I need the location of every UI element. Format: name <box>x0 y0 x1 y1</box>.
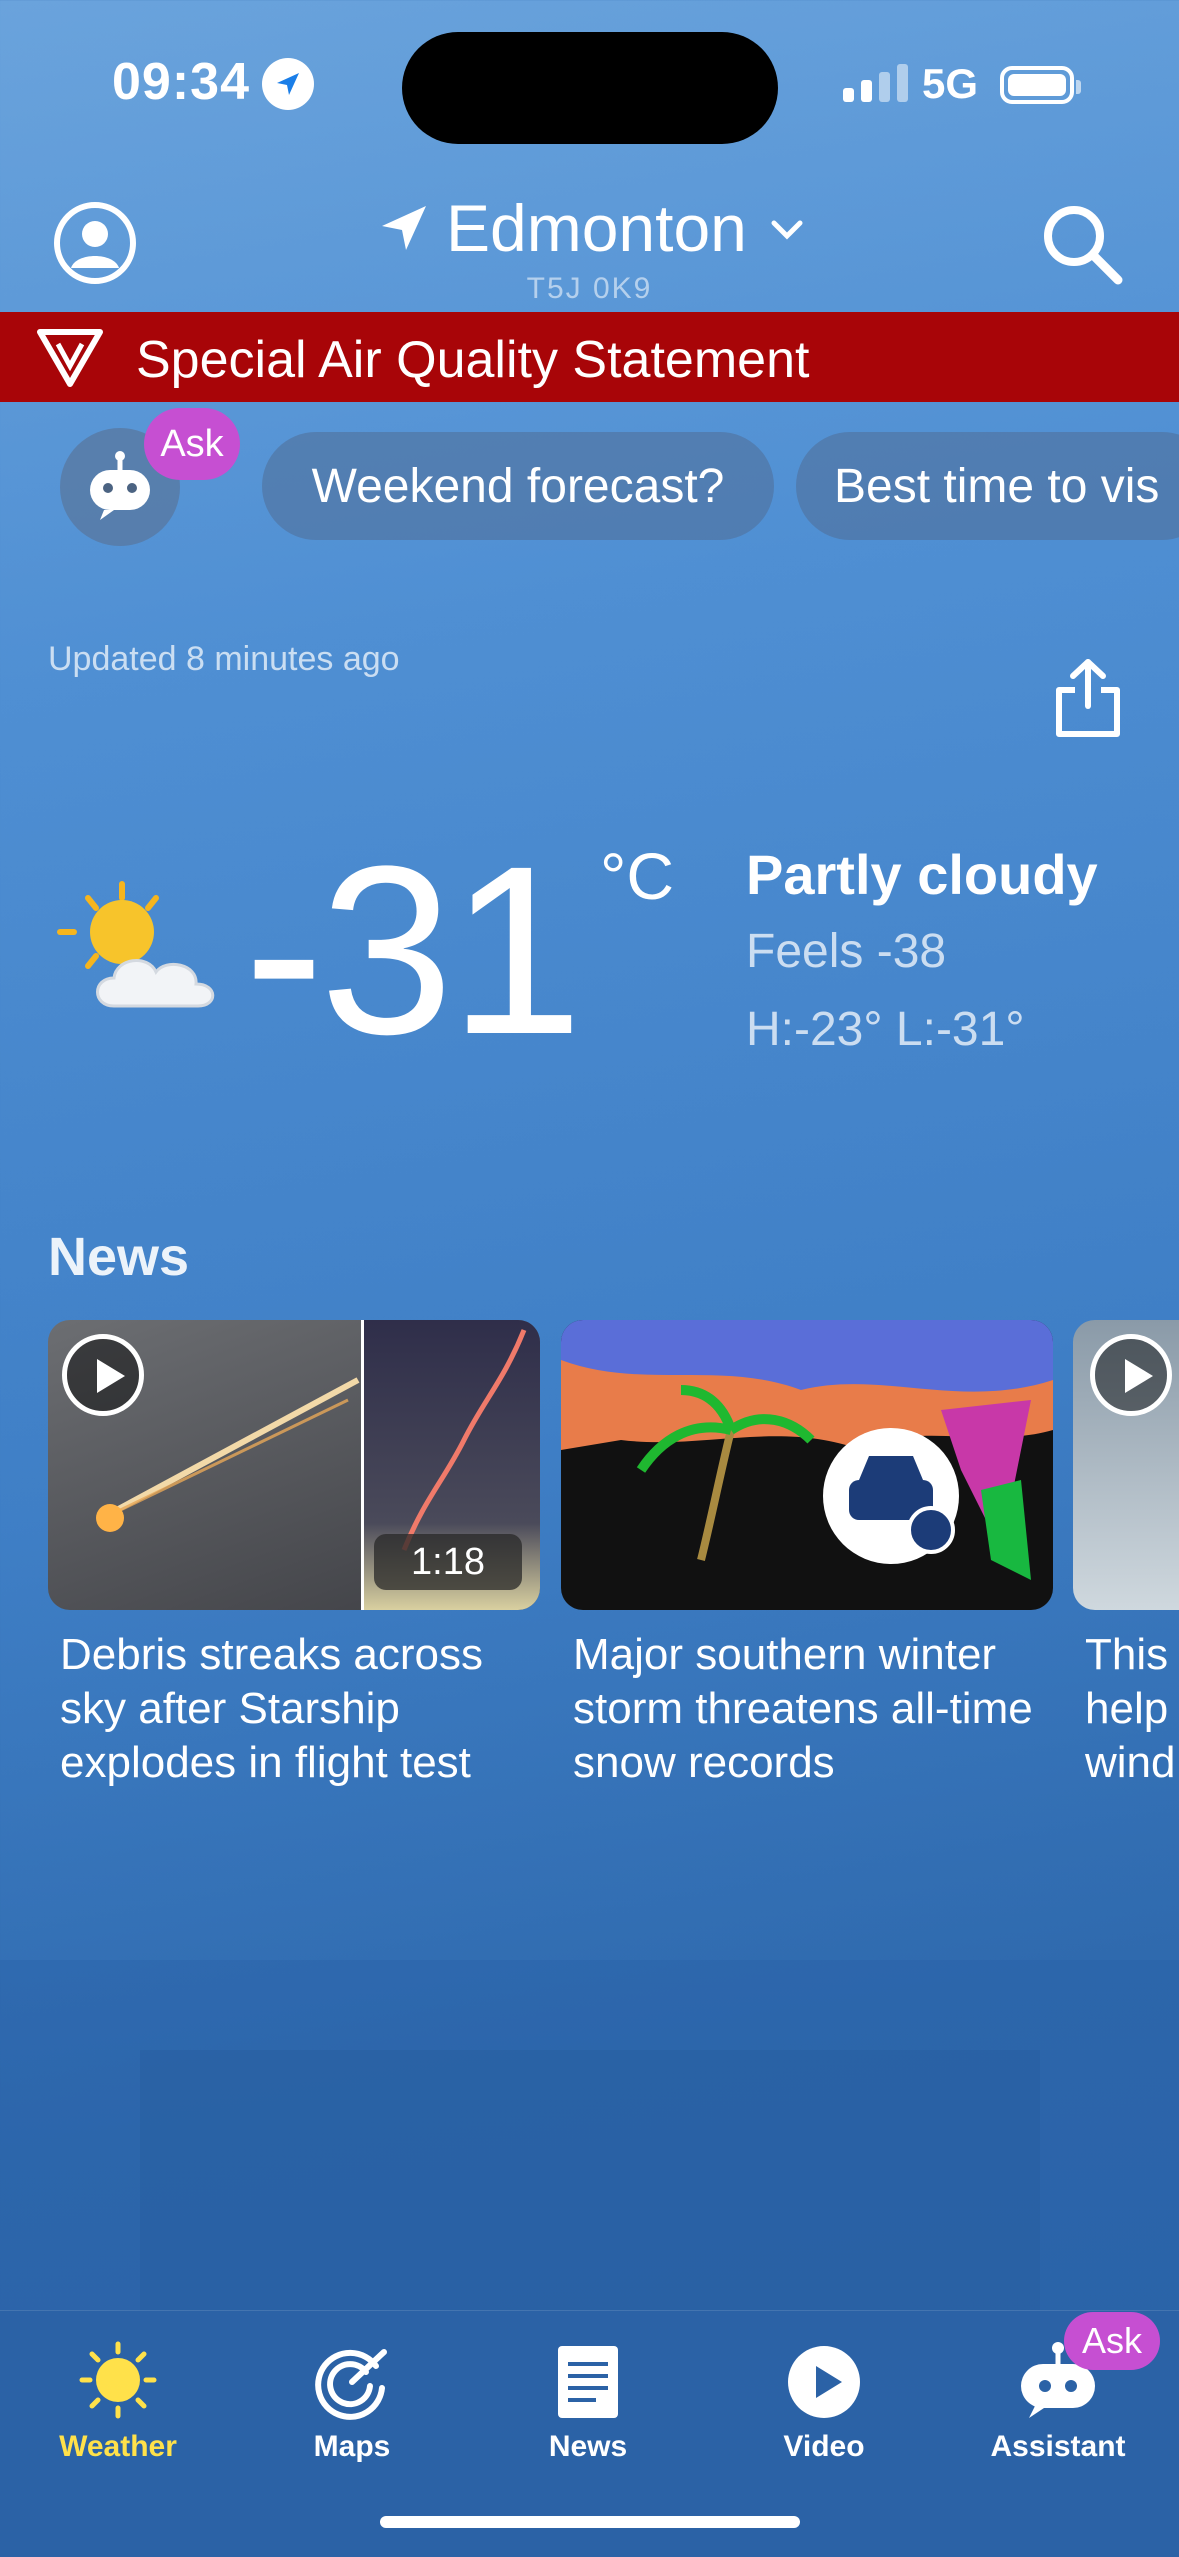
news-headline[interactable]: Debris streaks across sky after Starship… <box>60 1628 530 1790</box>
tab-label: Assistant <box>990 2430 1126 2463</box>
tab-news[interactable]: News <box>488 2320 688 2464</box>
cellular-signal-icon <box>843 64 908 102</box>
condition-text: Partly cloudy <box>746 843 1098 906</box>
newspaper-icon <box>488 2320 688 2420</box>
location-active-icon <box>262 58 314 110</box>
tab-label: Video <box>783 2430 865 2463</box>
home-indicator[interactable] <box>380 2516 800 2528</box>
radar-icon <box>252 2320 452 2420</box>
network-type: 5G <box>922 60 979 107</box>
location-arrow-icon[interactable] <box>376 200 432 261</box>
updated-time: Updated 8 minutes ago <box>48 640 400 678</box>
tab-maps[interactable]: Maps <box>252 2320 452 2464</box>
share-icon[interactable] <box>1053 656 1123 745</box>
tab-label: News <box>548 2430 628 2463</box>
news-headline[interactable]: This help wind <box>1085 1628 1179 1790</box>
tab-label: Weather <box>59 2430 177 2463</box>
play-icon[interactable] <box>62 1334 144 1416</box>
high-low: H:-23° L:-31° <box>746 1003 1025 1056</box>
tab-weather[interactable]: Weather <box>18 2320 218 2464</box>
chevron-down-icon[interactable] <box>770 218 804 247</box>
video-duration: 1:18 <box>374 1534 522 1590</box>
warning-triangle-icon <box>36 326 104 393</box>
tab-label: Maps <box>313 2430 391 2463</box>
alert-text[interactable]: Special Air Quality Statement <box>136 330 809 390</box>
suggestion-chip[interactable]: Best time to vis <box>796 432 1179 540</box>
news-headline-text: This help wind <box>1085 1630 1176 1787</box>
play-icon[interactable] <box>1090 1334 1172 1416</box>
news-section-title: News <box>48 1227 190 1287</box>
ask-badge[interactable]: Ask <box>144 408 240 480</box>
feels-like: Feels -38 <box>746 925 947 978</box>
partly-cloudy-icon <box>52 880 242 1025</box>
battery-icon <box>1000 66 1081 104</box>
postal-code: T5J 0K9 <box>526 272 653 305</box>
suggestion-chip[interactable]: Weekend forecast? <box>262 432 774 540</box>
temperature-unit[interactable]: °C <box>600 838 674 914</box>
play-circle-icon <box>724 2320 924 2420</box>
current-temperature: -31 <box>244 816 583 1084</box>
status-time: 09:34 <box>112 53 250 111</box>
city-name[interactable]: Edmonton <box>446 190 747 266</box>
news-headline[interactable]: Major southern winter storm threatens al… <box>573 1628 1043 1790</box>
sun-icon <box>18 2320 218 2420</box>
ask-badge[interactable]: Ask <box>1064 2312 1160 2370</box>
ad-placeholder[interactable] <box>140 2050 1040 2310</box>
news-card-thumbnail[interactable] <box>561 1320 1053 1610</box>
dynamic-island <box>402 32 778 144</box>
search-icon[interactable] <box>1038 200 1126 293</box>
tab-video[interactable]: Video <box>724 2320 924 2464</box>
